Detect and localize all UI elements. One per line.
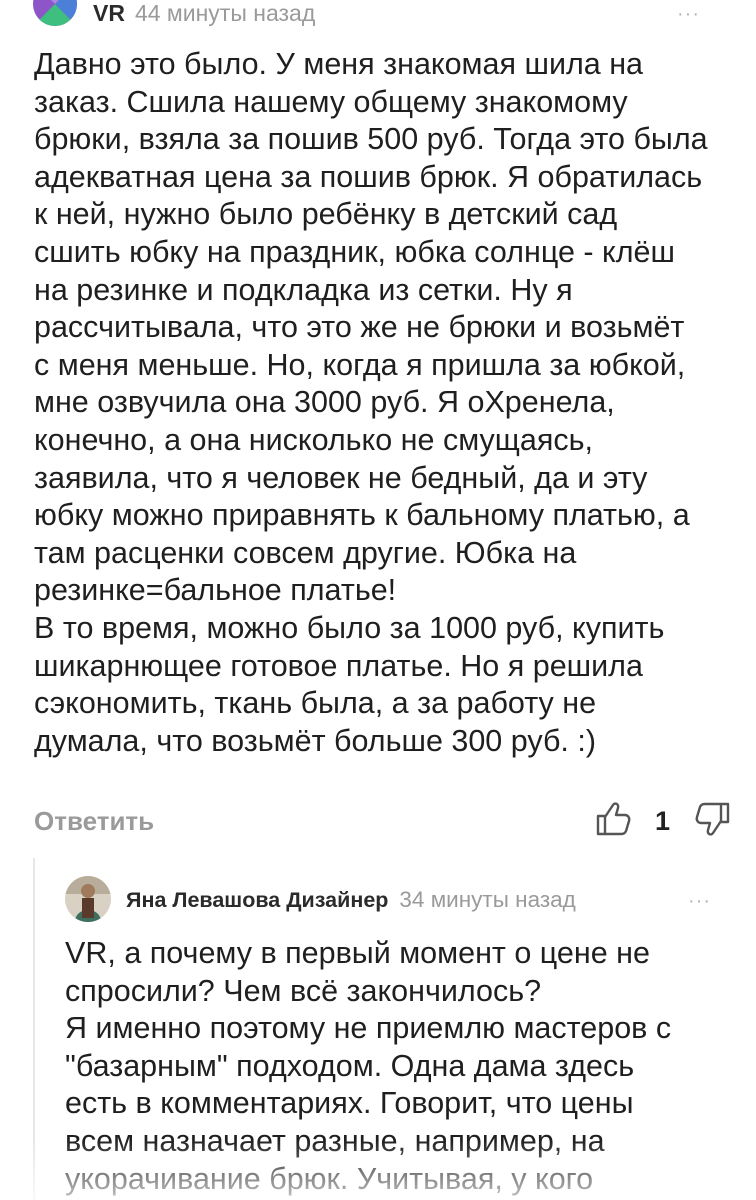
- reply-author[interactable]: Яна Левашова Дизайнер: [126, 888, 388, 913]
- comment-author[interactable]: VR: [93, 0, 125, 27]
- thumbs-up-icon[interactable]: [594, 800, 632, 838]
- thumbs-down-icon[interactable]: [694, 800, 732, 838]
- reply-more-options-icon[interactable]: ···: [688, 891, 711, 911]
- like-count: 1: [655, 806, 671, 836]
- avatar-geometric-icon: [33, 0, 77, 26]
- reply-header: Яна Левашова Дизайнер 34 минуты назад: [126, 887, 576, 913]
- avatar[interactable]: [33, 0, 77, 26]
- scroll-fade: [0, 1140, 756, 1200]
- comment-header: VR 44 минуты назад: [93, 0, 315, 26]
- comment-text: Давно это было. У меня знакомая шила на …: [34, 47, 708, 758]
- user-photo-icon: [65, 876, 111, 922]
- reply-button[interactable]: Ответить: [34, 806, 154, 837]
- reply-avatar[interactable]: [65, 876, 111, 922]
- comment-time: 44 минуты назад: [134, 0, 316, 26]
- more-options-icon[interactable]: ···: [677, 4, 700, 24]
- reply-time: 34 минуты назад: [399, 887, 576, 912]
